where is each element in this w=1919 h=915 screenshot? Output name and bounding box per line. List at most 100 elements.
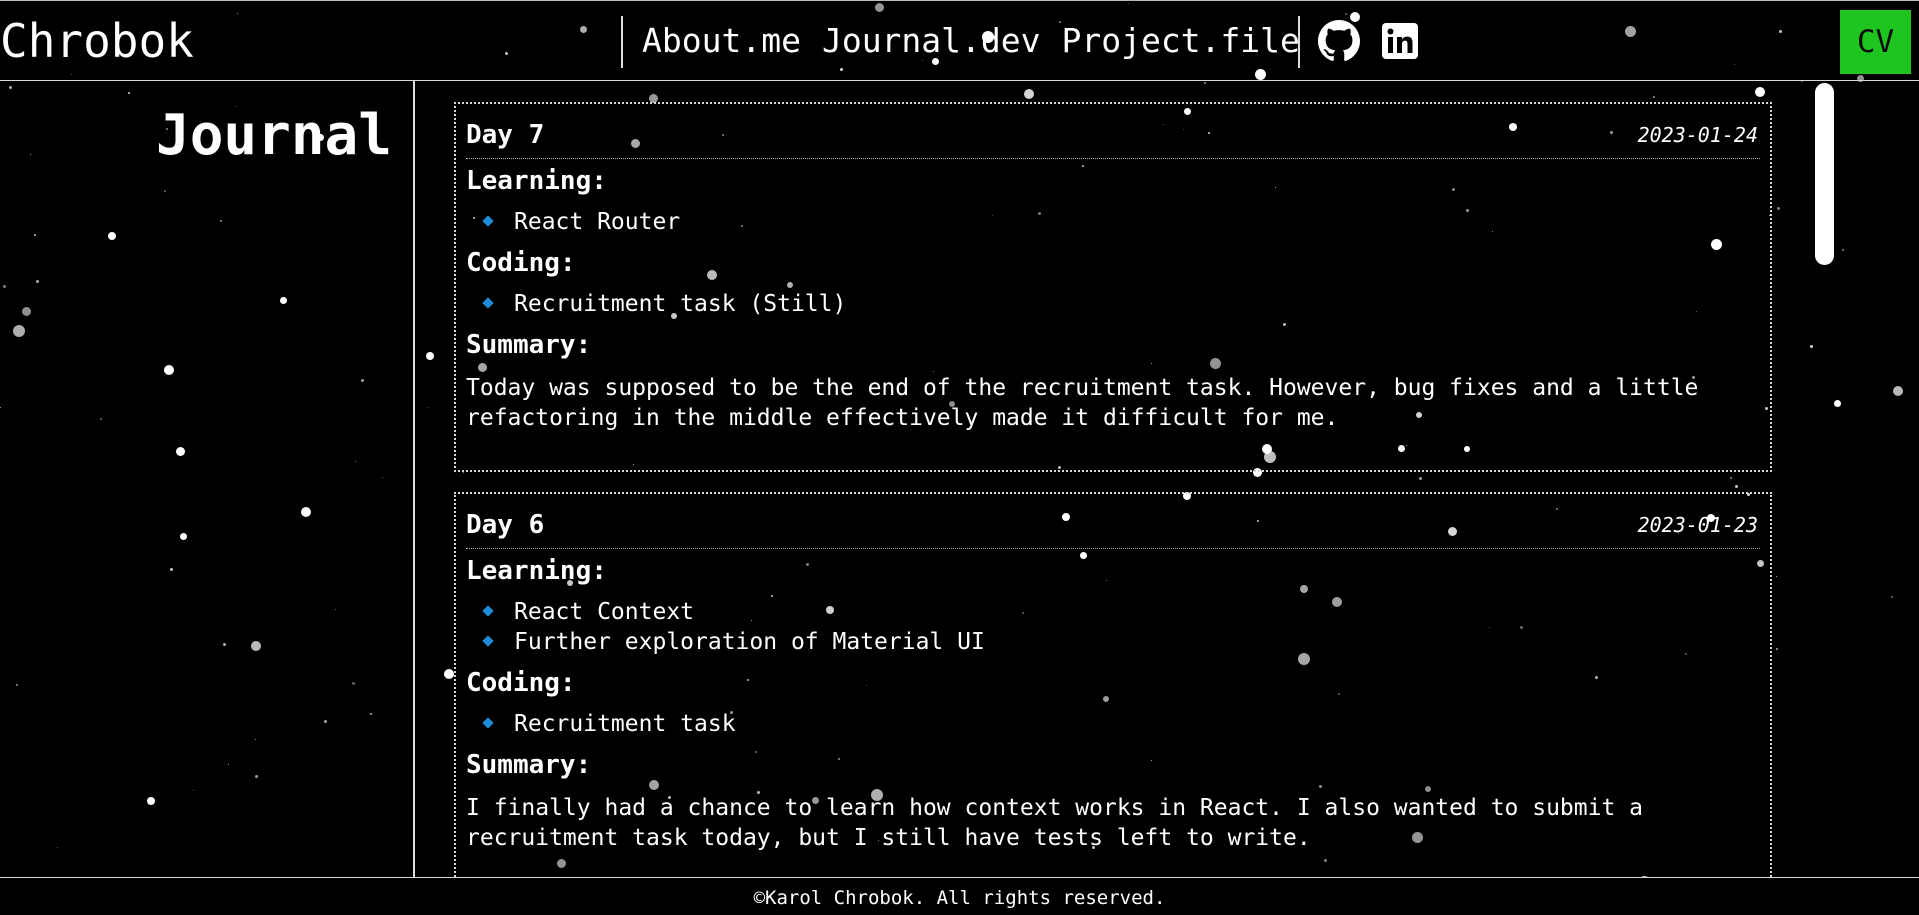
star-dot: [355, 461, 356, 462]
nav-divider-left: [621, 16, 623, 68]
sidebar-divider: [413, 81, 415, 877]
star-dot: [426, 352, 434, 360]
entry-header: Day 7 2023-01-24: [466, 114, 1760, 159]
star-dot: [3, 285, 6, 288]
summary-text: I finally had a chance to learn how cont…: [466, 795, 1644, 851]
star-dot: [100, 418, 102, 420]
star-dot: [251, 641, 261, 651]
entry-day-title: Day 6: [466, 510, 545, 540]
star-dot: [1834, 400, 1841, 407]
star-dot: [36, 280, 39, 283]
linkedin-icon[interactable]: [1379, 20, 1421, 62]
star-dot: [1730, 477, 1732, 479]
github-icon[interactable]: [1318, 20, 1360, 62]
star-dot: [452, 672, 453, 673]
coding-heading: Coding:: [466, 668, 576, 698]
coding-list: Recruitment task: [466, 709, 1760, 739]
list-item: Recruitment task: [466, 709, 1760, 739]
star-dot: [128, 92, 130, 94]
star-dot: [220, 220, 222, 222]
list-item-text: Recruitment task (Still): [514, 291, 847, 317]
star-dot: [1653, 96, 1655, 98]
star-dot: [1735, 485, 1738, 488]
star-dot: [9, 86, 12, 89]
star-dot: [1893, 386, 1903, 396]
learning-heading: Learning:: [466, 556, 607, 586]
star-dot: [324, 720, 327, 723]
site-header: Chrobok About.me Journal.dev Project.fil…: [0, 0, 1919, 81]
journal-entry: Day 6 2023-01-23 Learning: React Context…: [454, 492, 1772, 912]
coding-list: Recruitment task (Still): [466, 289, 1760, 319]
star-dot: [255, 775, 258, 778]
star-dot: [170, 568, 173, 571]
list-item: React Context: [466, 597, 1760, 627]
cv-button[interactable]: CV: [1840, 10, 1911, 74]
entry-date: 2023-01-23: [1637, 513, 1758, 537]
star-dot: [108, 232, 116, 240]
site-logo[interactable]: Chrobok: [0, 11, 194, 71]
star-dot: [335, 609, 336, 610]
star-dot: [147, 797, 155, 805]
learning-list: React Context Further exploration of Mat…: [466, 597, 1760, 657]
main-nav: About.me Journal.dev Project.file: [642, 15, 1300, 67]
star-dot: [1776, 648, 1778, 650]
diamond-bullet-icon: [482, 215, 494, 227]
star-dot: [57, 847, 58, 848]
star-dot: [164, 190, 166, 192]
list-item-text: React Context: [514, 599, 695, 625]
star-dot: [16, 684, 18, 686]
star-dot: [370, 713, 372, 715]
entry-header: Day 6 2023-01-23: [466, 504, 1760, 549]
entry-day-title: Day 7: [466, 120, 545, 150]
entry-date: 2023-01-24: [1637, 123, 1758, 147]
summary-heading: Summary:: [466, 750, 592, 780]
list-item: Further exploration of Material UI: [466, 627, 1760, 657]
star-dot: [223, 643, 226, 646]
star-dot: [301, 507, 311, 517]
journal-entry: Day 7 2023-01-24 Learning: React Router …: [454, 102, 1772, 472]
nav-link-projects[interactable]: Project.file: [1062, 15, 1300, 67]
star-dot: [463, 472, 464, 473]
star-dot: [1204, 82, 1206, 84]
scrollbar-thumb[interactable]: [1815, 83, 1834, 265]
learning-heading: Learning:: [466, 166, 607, 196]
star-dot: [796, 490, 797, 491]
diamond-bullet-icon: [482, 605, 494, 617]
star-dot: [228, 764, 229, 765]
diamond-bullet-icon: [482, 635, 494, 647]
summary-text: Today was supposed to be the end of the …: [466, 375, 1699, 431]
page-root: Chrobok About.me Journal.dev Project.fil…: [0, 0, 1919, 915]
star-dot: [22, 307, 31, 316]
summary-heading: Summary:: [466, 330, 592, 360]
star-dot: [1024, 89, 1034, 99]
list-item: Recruitment task (Still): [466, 289, 1760, 319]
list-item-text: React Router: [514, 209, 681, 235]
list-item-text: Further exploration of Material UI: [514, 629, 985, 655]
site-footer: ©Karol Chrobok. All rights reserved.: [0, 877, 1919, 915]
list-item: React Router: [466, 207, 1760, 237]
star-dot: [1776, 576, 1777, 577]
nav-link-journal[interactable]: Journal.dev: [822, 15, 1041, 67]
learning-list: React Router: [466, 207, 1760, 237]
diamond-bullet-icon: [482, 717, 494, 729]
star-dot: [193, 790, 194, 791]
star-dot: [255, 739, 256, 740]
star-dot: [361, 379, 364, 382]
list-item-text: Recruitment task: [514, 711, 736, 737]
star-dot: [164, 365, 174, 375]
star-dot: [280, 297, 287, 304]
page-title: Journal: [155, 103, 392, 168]
star-dot: [352, 682, 355, 685]
star-dot: [30, 154, 31, 155]
star-dot: [176, 447, 185, 456]
nav-link-about[interactable]: About.me: [642, 15, 801, 67]
star-dot: [382, 477, 383, 478]
star-dot: [1842, 249, 1844, 251]
star-dot: [180, 533, 187, 540]
star-dot: [1810, 345, 1813, 348]
star-dot: [13, 325, 25, 337]
coding-heading: Coding:: [466, 248, 576, 278]
star-dot: [34, 234, 36, 236]
nav-divider-right: [1298, 16, 1300, 68]
star-dot: [0, 407, 1, 408]
